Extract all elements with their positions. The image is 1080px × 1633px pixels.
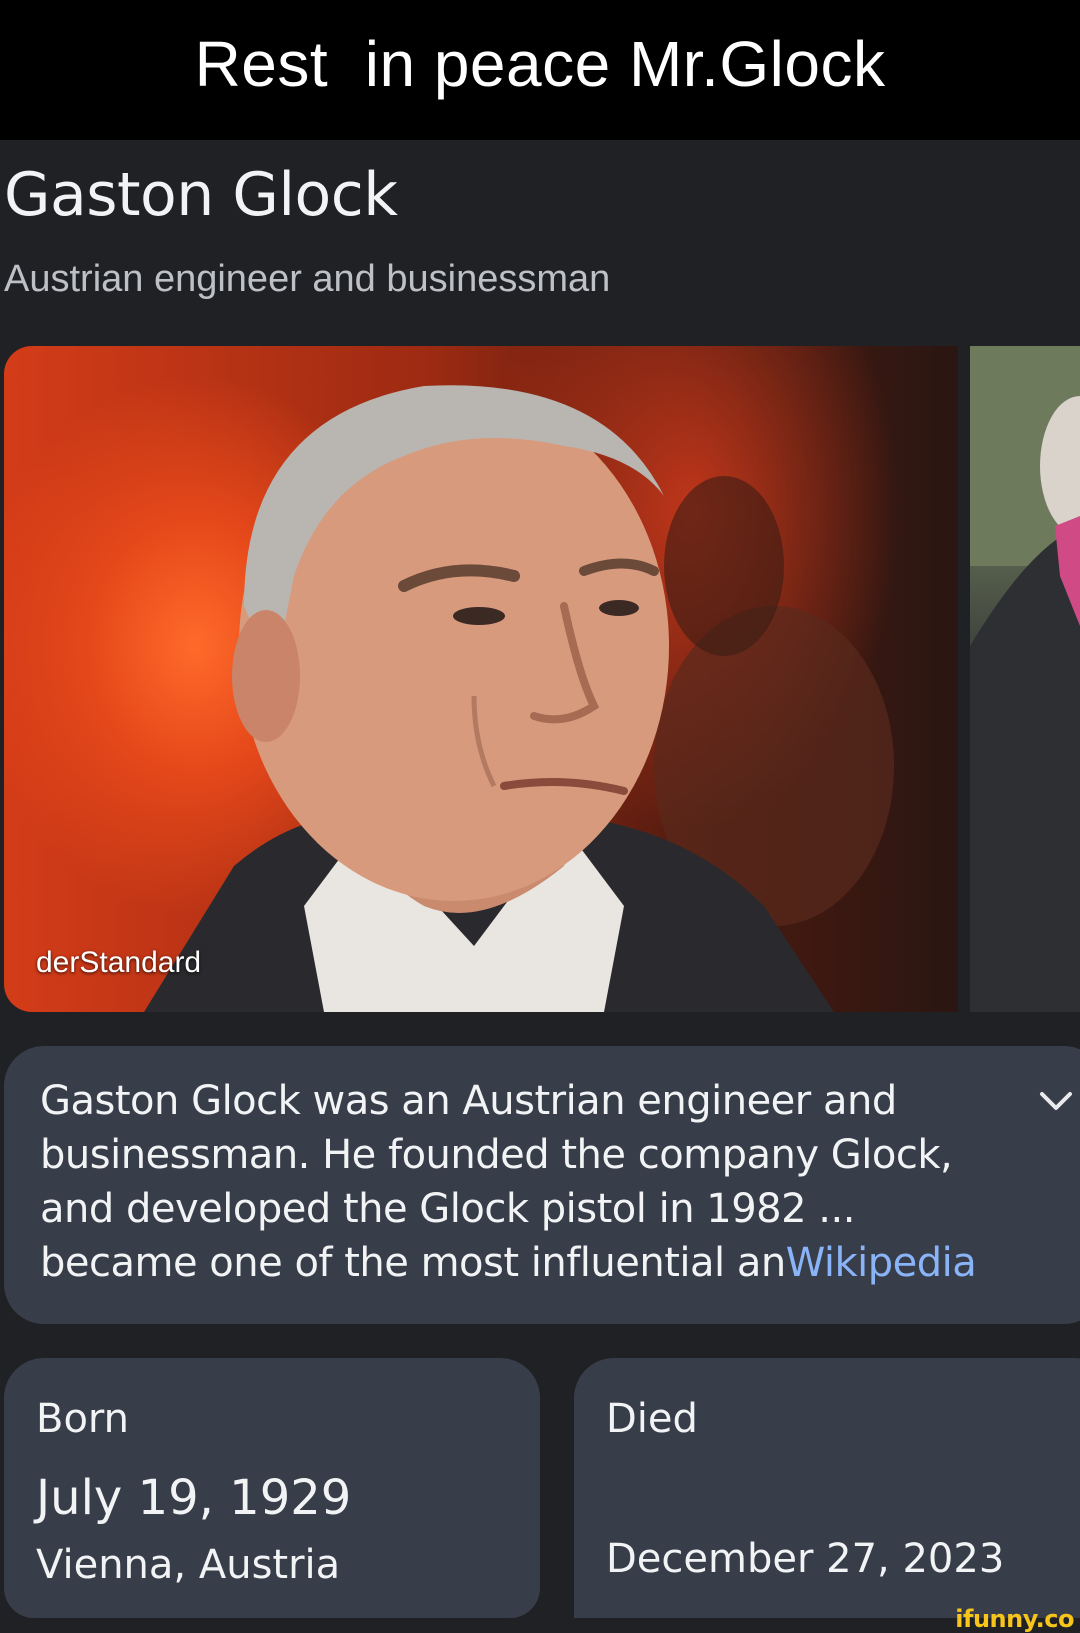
died-card[interactable]: Died December 27, 2023 xyxy=(574,1358,1080,1618)
chevron-down-icon[interactable] xyxy=(1036,1084,1076,1116)
wikipedia-link[interactable]: Wikipedia xyxy=(786,1240,977,1286)
photo-source-label: derStandard xyxy=(36,946,202,979)
panel-title: Gaston Glock xyxy=(4,160,398,230)
main-photo[interactable]: derStandard xyxy=(4,346,958,1012)
next-photo-illustration xyxy=(970,346,1080,1012)
portrait-illustration xyxy=(144,385,894,1012)
description-text: Gaston Glock was an Austrian engineer an… xyxy=(40,1074,1000,1290)
died-label: Died xyxy=(606,1396,698,1442)
born-date: July 19, 1929 xyxy=(36,1470,352,1526)
meme-caption: Rest in peace Mr.Glock xyxy=(194,28,886,100)
born-card[interactable]: Born July 19, 1929 Vienna, Austria xyxy=(4,1358,540,1618)
born-place: Vienna, Austria xyxy=(36,1542,341,1588)
site-watermark: ifunny.co xyxy=(955,1605,1074,1633)
next-photo-thumbnail[interactable] xyxy=(970,346,1080,1012)
meme-caption-bar: Rest in peace Mr.Glock xyxy=(0,0,1080,140)
died-date: December 27, 2023 xyxy=(606,1536,1005,1582)
born-label: Born xyxy=(36,1396,130,1442)
description-card[interactable]: Gaston Glock was an Austrian engineer an… xyxy=(4,1046,1080,1324)
panel-subtitle: Austrian engineer and businessman xyxy=(4,258,611,300)
